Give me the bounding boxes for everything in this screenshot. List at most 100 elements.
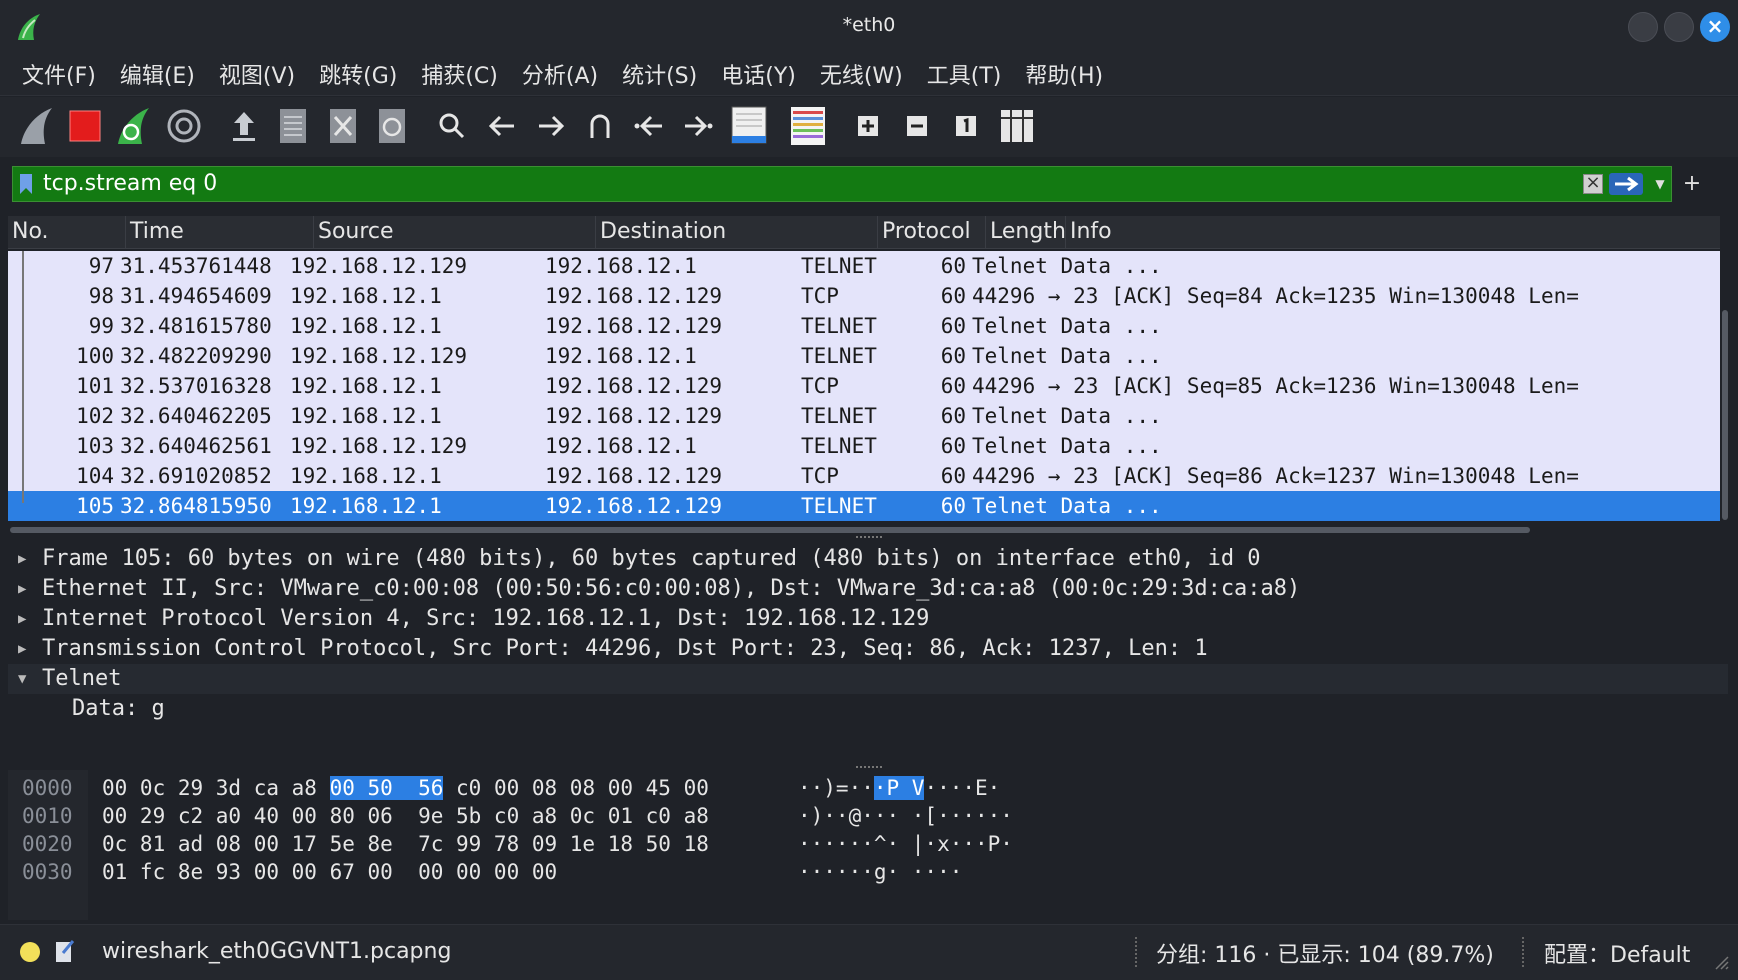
byte-row[interactable]: 0020 0c 81 ad 08 00 17 5e 8e 7c 99 78 09 … [8, 830, 1728, 858]
tree-item-tcp[interactable]: ▶ Transmission Control Protocol, Src Port… [8, 634, 1728, 664]
menu-wireless[interactable]: 无线(W) [810, 58, 913, 90]
tree-item-ip[interactable]: ▶ Internet Protocol Version 4, Src: 192.1… [8, 604, 1728, 634]
packet-row[interactable]: 102 32.640462205 192.168.12.1 192.168.12.12… [8, 401, 1720, 431]
first-packet-button[interactable] [628, 105, 670, 147]
packet-cell-info: Telnet Data ... [972, 314, 1162, 338]
packet-cell-dst: 192.168.12.129 [545, 314, 723, 338]
maximize-button[interactable] [1664, 12, 1694, 42]
open-file-button[interactable] [223, 105, 265, 147]
column-header-time[interactable]: Time [126, 216, 314, 248]
capture-comment-icon[interactable] [55, 939, 75, 963]
menu-help[interactable]: 帮助(H) [1015, 58, 1113, 90]
packet-cell-src: 192.168.12.1 [290, 464, 442, 488]
packet-row[interactable]: 97 31.453761448 192.168.12.129 192.168.12.1… [8, 251, 1720, 281]
stop-capture-button[interactable] [64, 105, 106, 147]
auto-scroll-button[interactable] [728, 105, 770, 147]
apply-filter-button[interactable] [1609, 173, 1643, 195]
packet-row[interactable]: 101 32.537016328 192.168.12.1 192.168.12.12… [8, 371, 1720, 401]
colorize-button[interactable] [787, 105, 829, 147]
zoom-in-button[interactable] [847, 105, 889, 147]
column-header-protocol[interactable]: Protocol [878, 216, 986, 248]
packet-row[interactable]: 100 32.482209290 192.168.12.129 192.168.12.… [8, 341, 1720, 371]
close-file-button[interactable] [322, 105, 364, 147]
menu-tools[interactable]: 工具(T) [917, 58, 1012, 90]
byte-hex: 0c 81 ad 08 00 17 5e 8e 7c 99 78 09 1e 1… [102, 830, 709, 858]
menu-statistics[interactable]: 统计(S) [612, 58, 707, 90]
chevron-down-icon[interactable]: ▼ [18, 664, 38, 694]
byte-row[interactable]: 0010 00 29 c2 a0 40 00 80 06 9e 5b c0 a8 … [8, 802, 1728, 830]
tree-item-frame[interactable]: ▶ Frame 105: 60 bytes on wire (480 bits),… [8, 544, 1728, 574]
column-header-length[interactable]: Length [986, 216, 1066, 248]
packet-cell-len: 60 [940, 284, 966, 308]
menu-edit[interactable]: 编辑(E) [110, 58, 205, 90]
packet-cell-src: 192.168.12.1 [290, 314, 442, 338]
menu-view[interactable]: 视图(V) [209, 58, 305, 90]
packet-cell-time: 32.481615780 [120, 314, 272, 338]
packet-list-vscrollbar[interactable] [1722, 310, 1728, 520]
resize-columns-button[interactable] [996, 105, 1038, 147]
go-back-button[interactable] [481, 105, 523, 147]
packet-cell-info: 44296 → 23 [ACK] Seq=86 Ack=1237 Win=130… [972, 464, 1579, 488]
packet-cell-time: 32.640462561 [120, 434, 272, 458]
byte-row[interactable]: 0000 00 0c 29 3d ca a8 00 50 56 c0 00 08 … [8, 774, 1728, 802]
menu-capture[interactable]: 捕获(C) [411, 58, 508, 90]
menu-telephony[interactable]: 电话(Y) [711, 58, 806, 90]
zoom-out-button[interactable] [896, 105, 938, 147]
chevron-right-icon[interactable]: ▶ [18, 574, 38, 604]
byte-row[interactable]: 0030 01 fc 8e 93 00 00 67 00 00 00 00 00 ·… [8, 858, 1728, 886]
reload-file-button[interactable] [371, 105, 413, 147]
packet-row[interactable]: 99 32.481615780 192.168.12.1 192.168.12.129… [8, 311, 1720, 341]
go-to-packet-button[interactable] [579, 105, 621, 147]
column-header-destination[interactable]: Destination [596, 216, 878, 248]
packet-list-hscrollbar[interactable] [10, 527, 1530, 533]
byte-segment-hex-a: 01 fc 8e 93 00 00 67 00 00 00 00 00 [102, 860, 558, 884]
packet-row[interactable]: 103 32.640462561 192.168.12.129 192.168.12.… [8, 431, 1720, 461]
minimize-button[interactable] [1628, 12, 1658, 42]
jump-arc-icon [590, 114, 610, 138]
packet-row[interactable]: 105 32.864815950 192.168.12.1 192.168.12.12… [8, 491, 1720, 521]
packet-cell-len: 60 [940, 314, 966, 338]
capture-options-button[interactable] [163, 105, 205, 147]
restart-capture-button[interactable] [113, 105, 155, 147]
go-forward-button[interactable] [530, 105, 572, 147]
save-file-button[interactable] [272, 105, 314, 147]
main-toolbar [0, 97, 1738, 157]
arrow-right-icon [1615, 176, 1639, 192]
filter-history-dropdown[interactable]: ▼ [1651, 169, 1669, 199]
menu-file[interactable]: 文件(F) [12, 58, 106, 90]
clear-filter-button[interactable]: × [1583, 174, 1603, 194]
byte-hex: 00 0c 29 3d ca a8 00 50 56 c0 00 08 08 0… [102, 774, 709, 802]
status-bar: wireshark_eth0GGVNT1.pcapng 分组: 116 · 已显… [0, 924, 1738, 980]
menu-go[interactable]: 跳转(G) [309, 58, 407, 90]
title-bar: *eth0 × [0, 0, 1738, 52]
menu-analyze[interactable]: 分析(A) [512, 58, 608, 90]
bookmark-icon[interactable] [19, 173, 33, 195]
byte-segment-hex-a: 00 0c 29 3d ca a8 [102, 776, 330, 800]
packet-row[interactable]: 98 31.494654609 192.168.12.1 192.168.12.129… [8, 281, 1720, 311]
byte-segment-offset: 0020 [22, 832, 73, 856]
close-button[interactable]: × [1700, 12, 1730, 42]
tree-item-telnet-data[interactable]: Data: g [8, 694, 1728, 724]
start-capture-button[interactable] [16, 105, 58, 147]
byte-ascii: ······^· |·x···P· [798, 830, 1013, 858]
resize-grip-icon[interactable] [1712, 953, 1730, 971]
byte-segment-offset: 0000 [22, 776, 73, 800]
normal-size-button[interactable] [945, 105, 987, 147]
tree-item-ethernet[interactable]: ▶ Ethernet II, Src: VMware_c0:00:08 (00:5… [8, 574, 1728, 604]
packet-cell-info: Telnet Data ... [972, 494, 1162, 518]
find-packet-button[interactable] [431, 105, 473, 147]
tree-item-telnet[interactable]: ▼ Telnet [8, 664, 1728, 694]
chevron-right-icon[interactable]: ▶ [18, 544, 38, 574]
expert-info-icon[interactable] [20, 942, 40, 962]
last-packet-button[interactable] [677, 105, 719, 147]
column-header-source[interactable]: Source [314, 216, 596, 248]
packet-cell-proto: TELNET [801, 254, 877, 278]
column-header-info[interactable]: Info [1066, 216, 1720, 248]
column-header-no[interactable]: No. [8, 216, 126, 248]
add-filter-button[interactable]: + [1680, 166, 1704, 202]
chevron-right-icon[interactable]: ▶ [18, 634, 38, 664]
packet-row[interactable]: 104 32.691020852 192.168.12.1 192.168.12.12… [8, 461, 1720, 491]
chevron-right-icon[interactable]: ▶ [18, 604, 38, 634]
display-filter-input[interactable] [43, 167, 1583, 201]
profile-selector[interactable]: 配置：Default [1544, 937, 1690, 969]
